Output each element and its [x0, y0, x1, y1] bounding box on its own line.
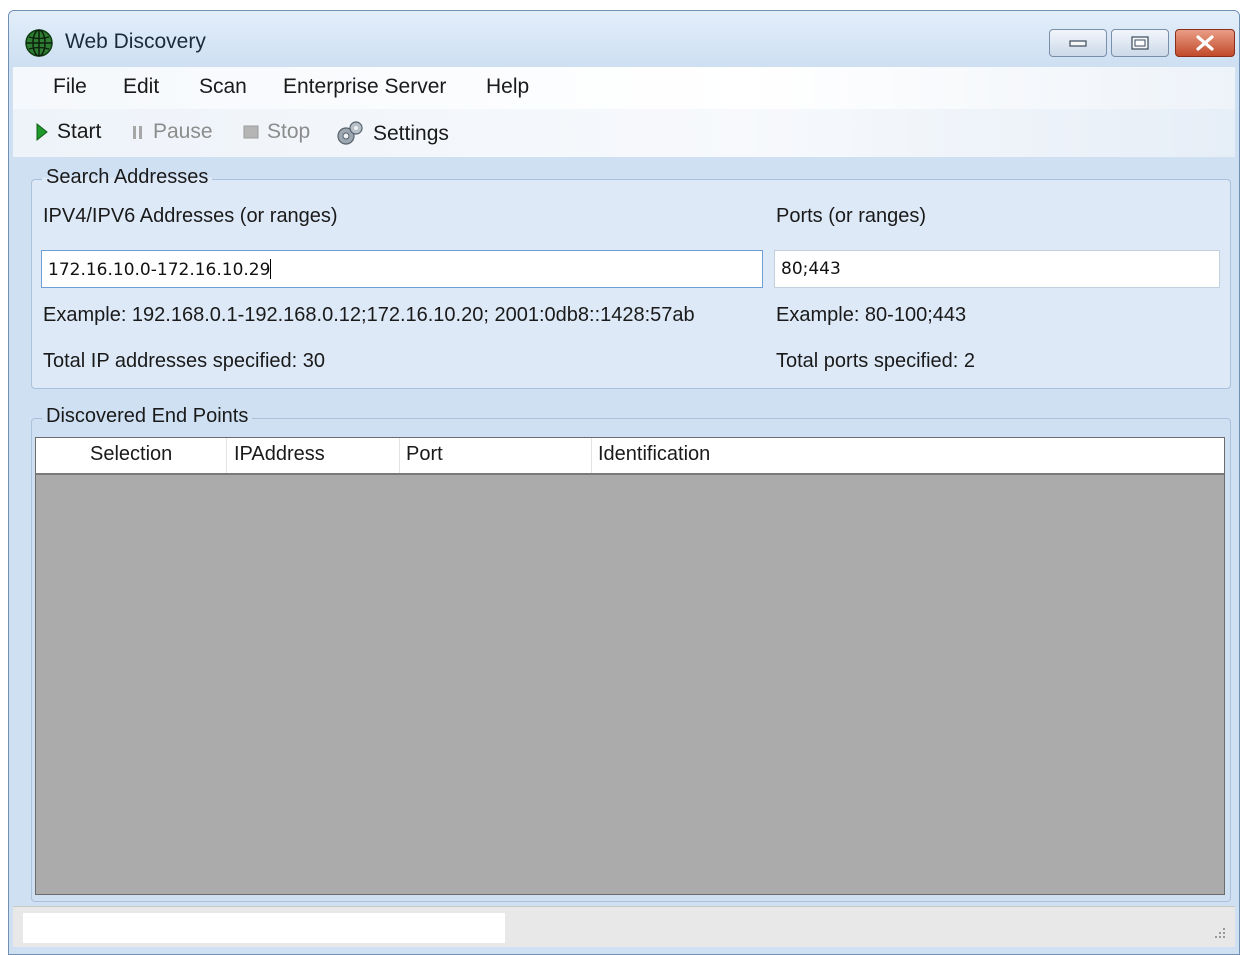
title-bar[interactable]: Web Discovery [9, 11, 1239, 67]
ip-addresses-value: 172.16.10.0-172.16.10.29 [48, 260, 271, 280]
minimize-button[interactable] [1049, 29, 1107, 57]
app-window: Web Discovery File Edit Scan Enterprise … [8, 10, 1240, 955]
search-addresses-group: Search Addresses IPV4/IPV6 Addresses (or… [31, 166, 1231, 389]
menu-scan[interactable]: Scan [195, 75, 251, 99]
column-header-ipaddress[interactable]: IPAddress [234, 443, 325, 466]
ports-label: Ports (or ranges) [776, 205, 927, 227]
ports-input[interactable]: 80;443 [774, 250, 1220, 288]
ip-example-text: Example: 192.168.0.1-192.168.0.12;172.16… [43, 304, 695, 326]
globe-icon [25, 29, 53, 57]
stop-button[interactable]: Stop [243, 120, 310, 144]
column-divider[interactable] [226, 438, 227, 474]
pause-label: Pause [153, 120, 213, 143]
status-text [23, 913, 505, 943]
results-table-body[interactable] [35, 473, 1225, 895]
stop-icon [243, 125, 259, 139]
window-title: Web Discovery [65, 30, 206, 53]
menu-edit[interactable]: Edit [119, 75, 163, 99]
column-divider[interactable] [591, 438, 592, 474]
ip-total-text: Total IP addresses specified: 30 [43, 350, 326, 372]
menu-enterprise-server[interactable]: Enterprise Server [279, 75, 450, 99]
maximize-button[interactable] [1111, 29, 1169, 57]
search-addresses-title: Search Addresses [42, 166, 213, 189]
ip-addresses-label: IPV4/IPV6 Addresses (or ranges) [43, 205, 338, 227]
menu-bar: File Edit Scan Enterprise Server Help [13, 67, 1235, 109]
resize-grip-icon[interactable] [1211, 925, 1227, 941]
ports-example-text: Example: 80-100;443 [776, 304, 967, 326]
column-header-selection[interactable]: Selection [90, 443, 172, 466]
start-button[interactable]: Start [35, 120, 101, 144]
gear-icon [337, 121, 363, 145]
ports-total-text: Total ports specified: 2 [776, 350, 975, 372]
close-button[interactable] [1175, 29, 1235, 57]
ports-value: 80;443 [781, 259, 841, 279]
minimize-icon [1069, 40, 1087, 47]
discovered-end-points-title: Discovered End Points [42, 405, 253, 428]
settings-label: Settings [373, 122, 449, 145]
toolbar: Start Pause Stop Settings [13, 109, 1235, 157]
settings-button[interactable]: Settings [335, 120, 449, 148]
ip-addresses-input[interactable]: 172.16.10.0-172.16.10.29 [41, 250, 763, 288]
text-caret [270, 259, 272, 279]
pause-icon [133, 126, 142, 139]
column-header-identification[interactable]: Identification [598, 443, 710, 466]
status-bar [13, 906, 1235, 947]
maximize-icon [1131, 36, 1149, 50]
pause-button[interactable]: Pause [131, 120, 213, 144]
menu-help[interactable]: Help [482, 75, 533, 99]
play-icon [36, 122, 48, 142]
column-header-port[interactable]: Port [406, 443, 443, 466]
results-table-header: Selection IPAddress Port Identification [35, 437, 1225, 474]
start-label: Start [57, 120, 102, 143]
column-divider[interactable] [399, 438, 400, 474]
stop-label: Stop [267, 120, 311, 143]
close-icon [1196, 35, 1214, 51]
menu-file[interactable]: File [49, 75, 91, 99]
